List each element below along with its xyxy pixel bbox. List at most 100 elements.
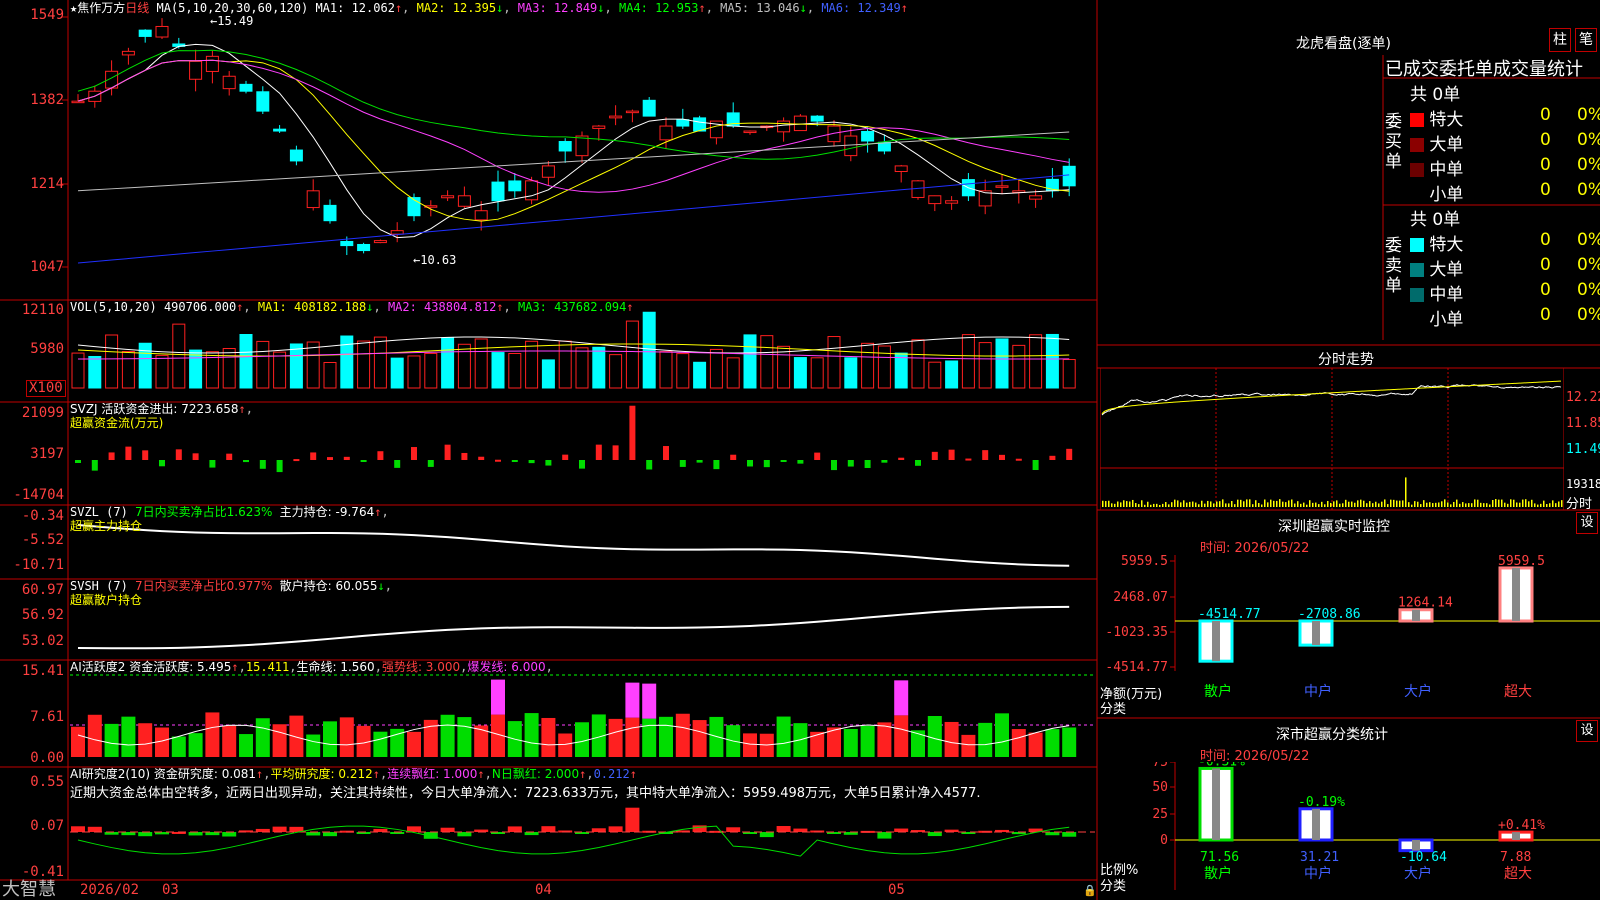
- fenshi-vol-bar: [1162, 503, 1164, 507]
- fenshi-vol-bar: [1531, 499, 1533, 507]
- bar-value-label: -2708.86: [1298, 607, 1361, 622]
- activity-bar: [188, 733, 203, 757]
- sz-xlabel: 分类: [1100, 702, 1127, 717]
- flow-bar: [797, 460, 804, 464]
- svsh-tick-top: 60.97: [21, 582, 64, 598]
- flow-bar: [108, 452, 115, 460]
- buy-row-xl: 特大: [1410, 105, 1463, 130]
- lock-icon[interactable]: 🔒: [1083, 884, 1097, 897]
- volume-bar: [810, 357, 824, 389]
- bar-view-button[interactable]: 柱: [1549, 28, 1571, 52]
- activity-bar: [625, 717, 640, 757]
- research-bar: [541, 826, 556, 832]
- fenshi-vol-bar: [1351, 501, 1353, 507]
- fenshi-vol-bar: [1441, 501, 1443, 507]
- sc-bar-chart[interactable]: 75 50 25 0 -0.31% 散户71.56 -0.19% 中户31.21 大户-10.6…: [1100, 762, 1600, 900]
- fenshi-vol-bar: [1117, 501, 1119, 507]
- flow-bar: [427, 460, 434, 467]
- flow-bar: [226, 453, 233, 460]
- flow-bar: [931, 451, 938, 460]
- bar-value-label: -0.31%: [1198, 762, 1245, 769]
- volume-bar: [1012, 344, 1026, 389]
- sz-title: 深圳超赢实时监控: [1278, 519, 1390, 535]
- lhb-pct: 0%: [1577, 155, 1600, 175]
- volume-bar: [105, 334, 119, 389]
- flow-bar: [1049, 455, 1056, 460]
- activity-bar: [121, 716, 136, 757]
- vol-header: VOL(5,10,20) 490706.000↑, MA1: 408182.18…: [70, 300, 634, 314]
- ma5-arrow: ↓: [799, 1, 807, 15]
- research-bar: [87, 826, 102, 832]
- buy-side-label: 委买单: [1385, 112, 1402, 172]
- bar-shade: [1512, 567, 1520, 621]
- svzl-header: SVZL (7) 7日内买卖净占比1.623% 主力持仓: -9.764↑,: [70, 505, 389, 519]
- fenshi-vol-bar: [1165, 501, 1167, 507]
- candle-body: [508, 180, 522, 192]
- category-label: 中户: [1304, 865, 1332, 882]
- ai2-burst: 爆发线: 6.000: [467, 660, 546, 674]
- research-bar: [692, 825, 707, 832]
- y-tick-label: -1023.35: [1105, 625, 1168, 640]
- intraday-chart[interactable]: [1100, 368, 1564, 510]
- sz-bar-chart[interactable]: 5959.5 2468.07 -1023.35 -4514.77 -4514.77 散户 -…: [1100, 555, 1600, 715]
- sz-settings-button[interactable]: 设: [1576, 512, 1598, 534]
- fenshi-vol-bar: [1555, 503, 1557, 507]
- ai2-strong: 强势线: 3.000: [381, 660, 461, 674]
- fenshi-vol-bar: [1465, 503, 1467, 507]
- candle-body: [810, 115, 824, 122]
- ratio-value: 7.88: [1500, 850, 1531, 865]
- activity-bar: [911, 730, 925, 757]
- vol-unit-button[interactable]: X100: [26, 380, 66, 397]
- ma-line-120: [77, 174, 1070, 264]
- category-label: 超大: [1504, 684, 1532, 700]
- lhb-pct: 0%: [1577, 305, 1600, 325]
- fenshi-vol-bar: [1195, 502, 1197, 507]
- tick-view-button[interactable]: 笔: [1575, 28, 1597, 52]
- flow-bar: [175, 449, 182, 460]
- fenshi-vol-bar: [1123, 500, 1125, 507]
- flow-bar: [478, 456, 485, 460]
- candle-body: [1062, 165, 1076, 187]
- ai3-last: 0.212: [593, 767, 630, 781]
- flow-bar: [495, 459, 501, 462]
- flow-bar: [327, 457, 333, 460]
- candle-body: [189, 60, 203, 80]
- volume-bar: [911, 339, 925, 389]
- lhb-count: 0: [1540, 230, 1551, 250]
- fenshi-vol-bar: [1132, 499, 1134, 507]
- activity-bar: [541, 717, 556, 757]
- flow-bar: [192, 453, 199, 460]
- fenshi-vol-bar: [1348, 501, 1350, 507]
- ma1-value: MA1: 12.062: [315, 1, 395, 15]
- volume-bar: [726, 357, 740, 389]
- volume-bar: [424, 352, 438, 389]
- sc-settings-button[interactable]: 设: [1576, 720, 1598, 742]
- candle-body: [995, 185, 1009, 188]
- ma1-arrow: ↑: [394, 1, 403, 15]
- period-label[interactable]: 日线: [125, 1, 149, 15]
- sell-row-l: 大单: [1410, 255, 1463, 280]
- research-bar: [776, 826, 791, 832]
- fenshi-vol-bar: [1519, 502, 1521, 507]
- fenshi-vol-bar: [1552, 500, 1554, 507]
- candle-body: [390, 230, 404, 235]
- fenshi-vol-bar: [1309, 500, 1311, 507]
- research-bar: [71, 826, 85, 832]
- fenshi-vol-bar: [1405, 477, 1407, 507]
- candle-body: [642, 99, 656, 117]
- research-bar: [877, 832, 892, 839]
- fenshi-vol-bar: [1225, 503, 1227, 507]
- research-bar: [440, 827, 455, 832]
- volume-bar: [323, 361, 337, 389]
- category-label: 中户: [1304, 683, 1332, 700]
- fenshi-vol-bar: [1450, 504, 1452, 507]
- kline-chart-area[interactable]: [0, 0, 1100, 900]
- vol-ma1: MA1: 408182.188: [257, 300, 367, 314]
- fenshi-vol-bar: [1285, 502, 1287, 507]
- volume-bar: [407, 355, 421, 389]
- research-bar: [927, 832, 942, 837]
- fenshi-vol-bar: [1324, 504, 1326, 507]
- fenshi-vol-bar: [1294, 503, 1296, 507]
- fenshi-vol-bar: [1234, 504, 1236, 507]
- volume-bar: [575, 347, 589, 389]
